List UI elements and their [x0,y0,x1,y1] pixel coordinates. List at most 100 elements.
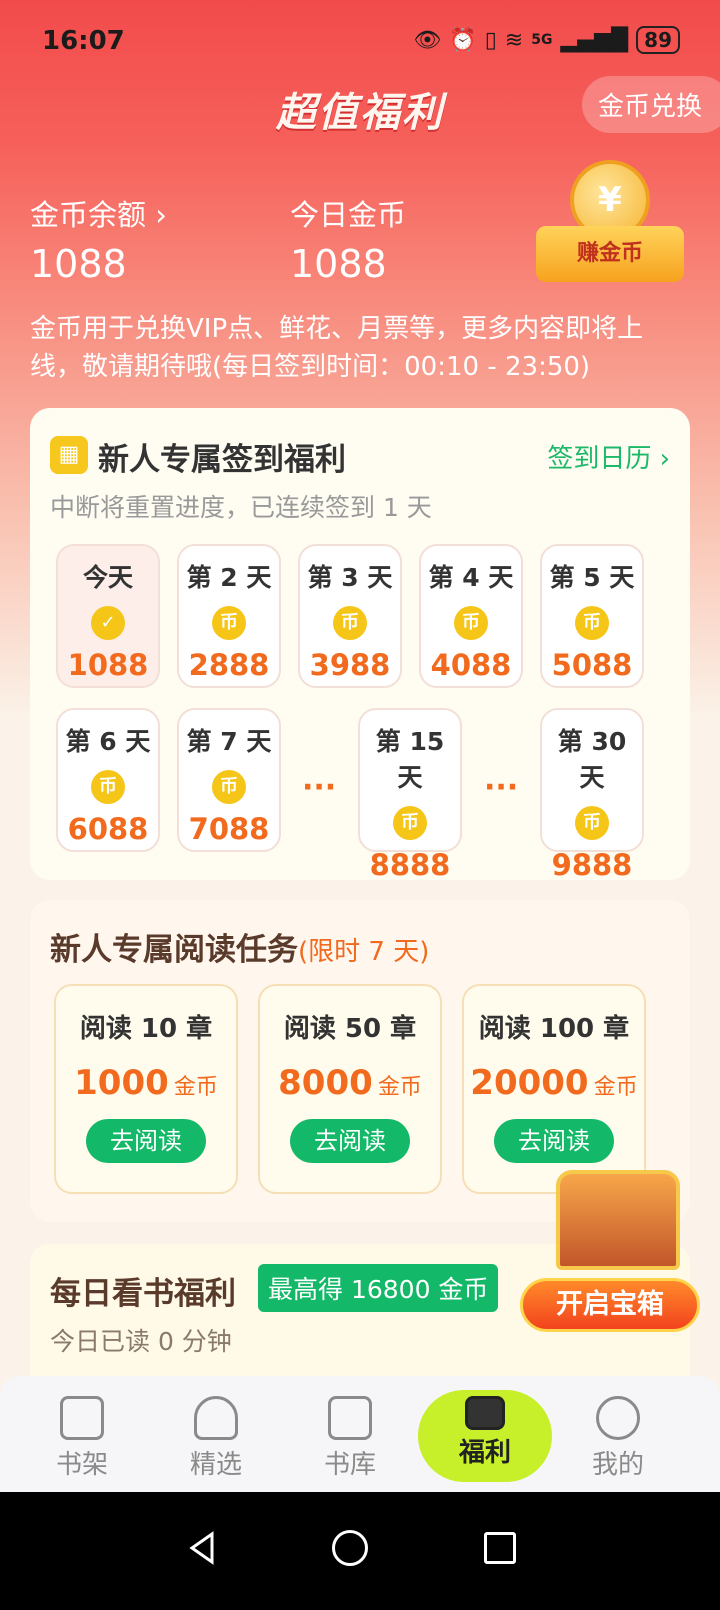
earn-coins-button[interactable]: ¥ 赚金币 [536,160,684,282]
day-label: 第 7 天 [186,727,272,756]
tab-bookshelf[interactable]: 书架 [22,1376,142,1492]
signin-day[interactable]: 第 7 天 币 7088 [177,708,281,852]
balance-label: 金币余额 › [30,198,167,232]
tab-label: 精选 [189,1450,242,1480]
signal-icon: ▂▄▆█ [560,27,629,53]
task-label: 阅读 10 章 [79,1014,213,1044]
signin-day[interactable]: 今天 ✓ 1088 [56,544,160,688]
wifi-icon: ≋ [504,27,524,53]
reading-task: 阅读 50 章 8000 金币 去阅读 [258,984,442,1194]
day-label: 第 30 天 [557,727,627,792]
day-value: 5088 [551,648,633,682]
back-icon[interactable] [182,1528,222,1568]
tab-welfare[interactable]: 福利 [418,1390,552,1482]
battery-icon: 89 [636,26,680,54]
task-unit: 金币 [593,1075,638,1100]
coin-icon: 币 [212,606,246,640]
check-icon: ✓ [91,606,125,640]
task-reward: 1000 [74,1063,169,1103]
book-open-icon [60,1396,104,1440]
day-label: 第 3 天 [307,563,393,592]
balance-stat[interactable]: 金币余额 › 1088 [30,192,167,286]
tab-me[interactable]: 我的 [558,1376,678,1492]
signin-day[interactable]: 第 3 天 币 3988 [298,544,402,688]
signin-calendar-link[interactable]: 签到日历 › [547,438,670,475]
ellipsis: ··· [302,770,337,805]
reading-title: 新人专属阅读任务(限时 7 天) [50,924,429,969]
coin-icon: 币 [393,806,427,840]
tab-label: 福利 [458,1438,511,1468]
user-icon [596,1396,640,1440]
task-unit: 金币 [173,1075,218,1100]
alarm-icon: ⏰ [449,27,477,53]
vibrate-icon: ▯ [484,27,497,53]
daily-title: 每日看书福利 [50,1276,236,1312]
gift-icon [465,1396,505,1430]
task-label: 阅读 50 章 [283,1014,417,1044]
status-icons: 👁 ⏰ ▯ ≋ 5G ▂▄▆█ 89 [413,26,680,54]
go-read-button[interactable]: 去阅读 [86,1119,206,1163]
today-coins-stat: 今日金币 1088 [290,192,406,286]
signin-day[interactable]: 第 4 天 币 4088 [419,544,523,688]
eye-icon: 👁 [413,27,442,53]
bottom-tab-bar: 书架 精选 书库 福利 我的 [0,1376,720,1492]
coin-description: 金币用于兑换VIP点、鲜花、月票等，更多内容即将上线，敬请期待哦(每日签到时间：… [30,314,644,382]
signin-day[interactable]: 第 15 天 币 8888 [358,708,462,882]
task-reward: 8000 [278,1063,373,1103]
tab-library[interactable]: 书库 [290,1376,410,1492]
earn-coins-label: 赚金币 [536,226,684,282]
go-read-button[interactable]: 去阅读 [290,1119,410,1163]
day-label: 第 5 天 [549,563,635,592]
system-nav-bar [0,1492,720,1610]
task-unit: 金币 [377,1075,422,1100]
signin-day[interactable]: 第 6 天 币 6088 [56,708,160,852]
day-label: 今天 [82,563,133,592]
day-value: 6088 [67,812,149,846]
coin-icon: 币 [454,606,488,640]
day-value: 7088 [188,812,270,846]
coin-exchange-button[interactable]: 金币兑换 [581,76,720,133]
tab-label: 书库 [323,1450,376,1480]
day-value: 2888 [188,648,270,682]
tab-featured[interactable]: 精选 [156,1376,276,1492]
status-time: 16:07 [42,26,125,56]
reading-task: 阅读 100 章 20000 金币 去阅读 [462,984,646,1194]
tab-label: 书架 [55,1450,108,1480]
bookmark-icon [328,1396,372,1440]
today-coins-value: 1088 [290,242,387,286]
network-label: 5G [531,32,553,48]
signin-day[interactable]: 第 5 天 币 5088 [540,544,644,688]
ellipsis: ··· [484,770,519,805]
day-label: 第 15 天 [375,727,445,792]
signin-day[interactable]: 第 2 天 币 2888 [177,544,281,688]
coin-icon: 币 [575,806,609,840]
day-value: 4088 [430,648,512,682]
home-icon[interactable] [332,1530,368,1566]
treasure-chest-button[interactable]: 开启宝箱 [520,1170,700,1334]
day-value: 3988 [309,648,391,682]
treasure-chest-icon [556,1170,680,1270]
day-value: 1088 [67,648,149,682]
task-reward: 20000 [470,1063,589,1103]
day-label: 第 2 天 [186,563,272,592]
go-read-button[interactable]: 去阅读 [494,1119,614,1163]
signin-day[interactable]: 第 30 天 币 9888 [540,708,644,882]
signin-title: 新人专属签到福利 [98,442,346,478]
signin-subtitle: 中断将重置进度，已连续签到 1 天 [50,493,432,522]
day-label: 第 4 天 [428,563,514,592]
recent-apps-icon[interactable] [484,1532,516,1564]
today-coins-label: 今日金币 [290,198,407,232]
daily-read-minutes: 今日已读 0 分钟 [50,1327,232,1356]
status-bar: 16:07 👁 ⏰ ▯ ≋ 5G ▂▄▆█ 89 [0,24,720,64]
open-treasure-label: 开启宝箱 [520,1278,700,1332]
thumbs-up-icon [194,1396,238,1440]
reading-limit: (限时 7 天) [298,937,430,967]
day-value: 9888 [551,848,633,882]
tab-label: 我的 [591,1450,644,1480]
day-value: 8888 [369,848,451,882]
balance-value: 1088 [30,242,127,286]
coin-icon: 币 [212,770,246,804]
calendar-icon: ▦ [50,436,88,474]
daily-max-badge: 最高得 16800 金币 [258,1264,499,1312]
signin-card: ▦ 新人专属签到福利 签到日历 › 中断将重置进度，已连续签到 1 天 今天 ✓… [30,408,690,882]
